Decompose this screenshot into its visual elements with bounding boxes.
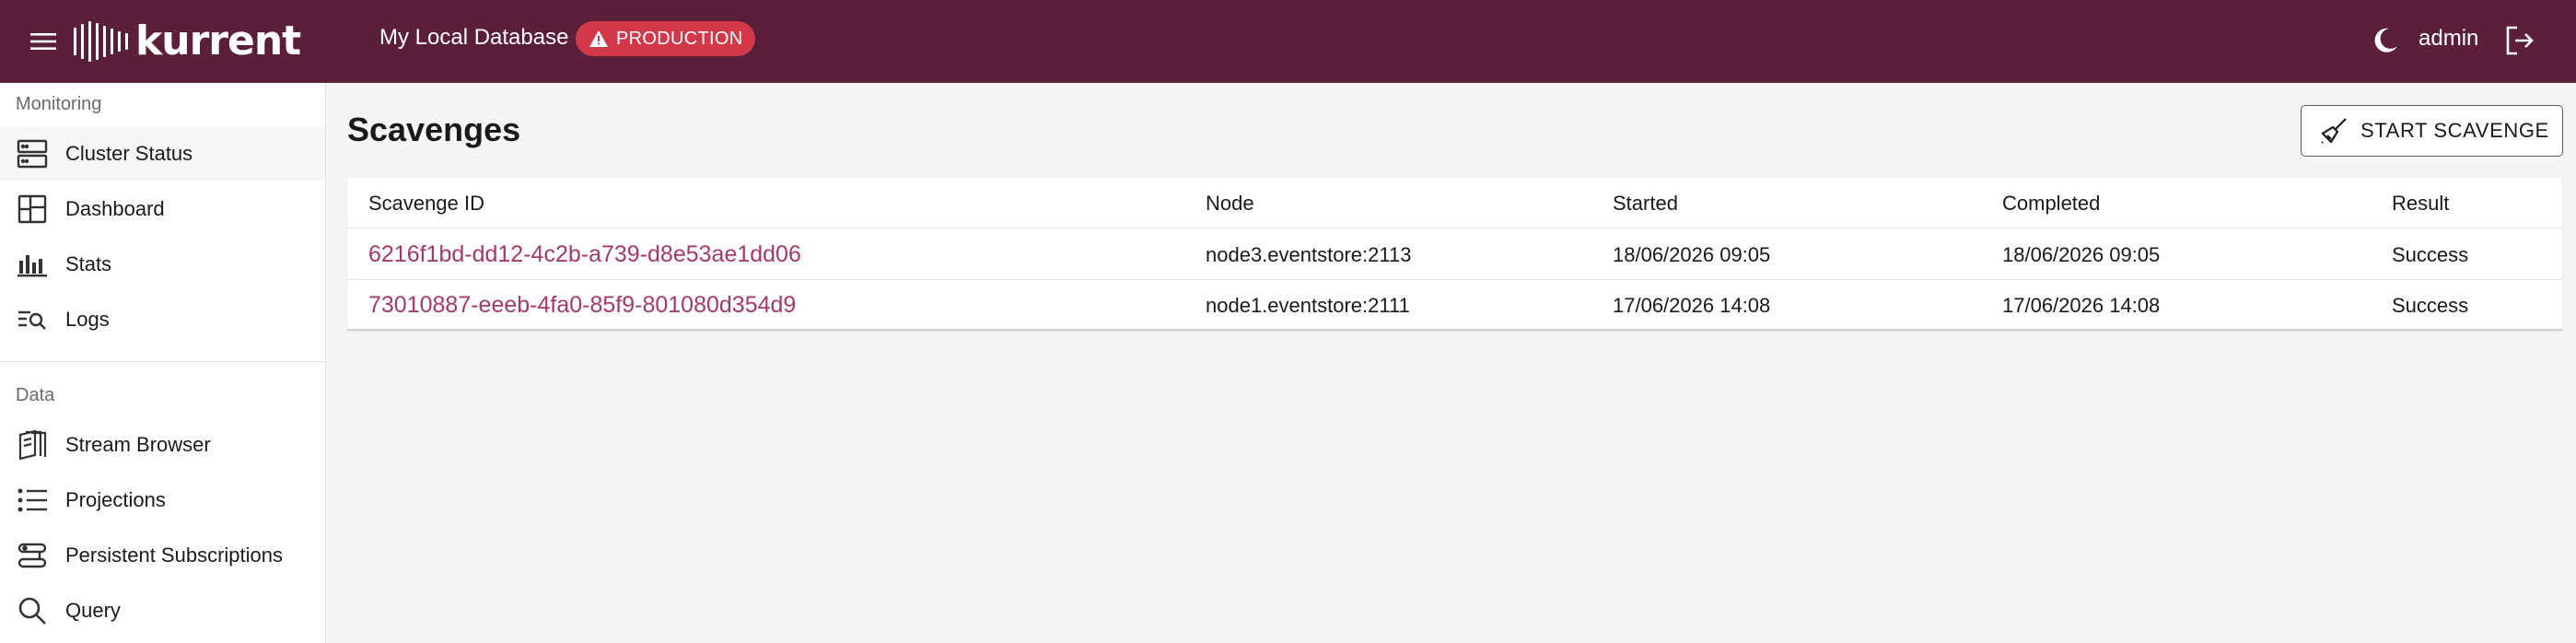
- sidebar-item-projections[interactable]: Projections: [0, 473, 325, 527]
- section-label-data: Data: [16, 385, 55, 405]
- table-row[interactable]: 6216f1bd-dd12-4c2b-a739-d8e53ae1dd06 nod…: [347, 229, 2562, 280]
- dashboard-icon: [17, 193, 48, 225]
- sidebar-item-cluster-status[interactable]: Cluster Status: [0, 127, 325, 181]
- result-cell: Success: [2392, 242, 2469, 266]
- page-title: Scavenges: [347, 111, 521, 148]
- completed-cell: 17/06/2026 14:08: [2002, 293, 2161, 317]
- sidebar-divider: [0, 361, 325, 362]
- sidebar-item-logs[interactable]: Logs: [0, 293, 325, 346]
- kurrent-logo[interactable]: kurrent: [74, 17, 301, 66]
- table-row[interactable]: 73010887-eeeb-4fa0-85f9-801080d354d9 nod…: [347, 280, 2562, 331]
- sidebar-item-label: Persistent Subscriptions: [65, 544, 283, 567]
- hamburger-icon[interactable]: [28, 26, 59, 57]
- column-header-scavenge-id[interactable]: Scavenge ID: [368, 178, 484, 228]
- warning-triangle-icon: [589, 30, 608, 47]
- completed-cell: 18/06/2026 09:05: [2002, 242, 2161, 266]
- sidebar-item-persistent-subscriptions[interactable]: Persistent Subscriptions: [0, 529, 325, 582]
- stream-icon: [17, 429, 48, 461]
- logo-bars-icon: [74, 21, 128, 62]
- scavenge-id-link[interactable]: 6216f1bd-dd12-4c2b-a739-d8e53ae1dd06: [368, 229, 801, 280]
- column-header-result[interactable]: Result: [2392, 178, 2449, 228]
- sidebar-item-label: Logs: [65, 308, 110, 331]
- sidebar-item-label: Stream Browser: [65, 433, 211, 456]
- logo-text: kurrent: [135, 18, 301, 64]
- section-label-monitoring: Monitoring: [16, 94, 102, 114]
- search-icon: [17, 595, 48, 626]
- broom-icon: [2321, 118, 2347, 144]
- list-icon: [17, 485, 48, 516]
- column-header-started[interactable]: Started: [1613, 178, 1678, 228]
- sidebar-item-stream-browser[interactable]: Stream Browser: [0, 418, 325, 472]
- column-header-node[interactable]: Node: [1206, 178, 1254, 228]
- sidebar-item-label: Query: [65, 599, 121, 622]
- bar-chart-icon: [17, 249, 48, 280]
- started-cell: 17/06/2026 14:08: [1613, 293, 1771, 317]
- start-scavenge-label: START SCAVENGE: [2360, 119, 2549, 142]
- environment-badge: PRODUCTION: [576, 21, 756, 56]
- sidebar-item-label: Dashboard: [65, 197, 165, 220]
- scavenge-id-link[interactable]: 73010887-eeeb-4fa0-85f9-801080d354d9: [368, 280, 796, 331]
- sidebar-item-query[interactable]: Query: [0, 584, 325, 637]
- log-search-icon: [17, 304, 48, 335]
- sidebar-item-label: Stats: [65, 252, 112, 275]
- subscription-icon: [17, 540, 48, 571]
- top-app-bar: kurrent My Local Database PRODUCTION adm…: [0, 0, 2576, 83]
- started-cell: 18/06/2026 09:05: [1613, 242, 1771, 266]
- moon-icon[interactable]: [2369, 24, 2402, 57]
- sidebar: Monitoring Cluster Status Dashboard Stat…: [0, 83, 326, 643]
- scavenges-table: Scavenge ID Node Started Completed Resul…: [347, 178, 2562, 331]
- table-header-row: Scavenge ID Node Started Completed Resul…: [347, 178, 2562, 228]
- user-name[interactable]: admin: [2419, 26, 2478, 52]
- node-cell: node1.eventstore:2111: [1206, 293, 1410, 317]
- start-scavenge-button[interactable]: START SCAVENGE: [2301, 105, 2563, 157]
- sidebar-item-stats[interactable]: Stats: [0, 238, 325, 291]
- column-header-completed[interactable]: Completed: [2002, 178, 2100, 228]
- node-cell: node3.eventstore:2113: [1206, 242, 1412, 266]
- sidebar-item-label: Projections: [65, 488, 166, 511]
- result-cell: Success: [2392, 293, 2469, 317]
- database-name: My Local Database: [379, 25, 569, 50]
- logout-icon[interactable]: [2501, 22, 2538, 59]
- sidebar-item-label: Cluster Status: [65, 142, 193, 165]
- environment-label: PRODUCTION: [616, 28, 743, 49]
- sidebar-item-dashboard[interactable]: Dashboard: [0, 182, 325, 236]
- server-icon: [17, 138, 48, 170]
